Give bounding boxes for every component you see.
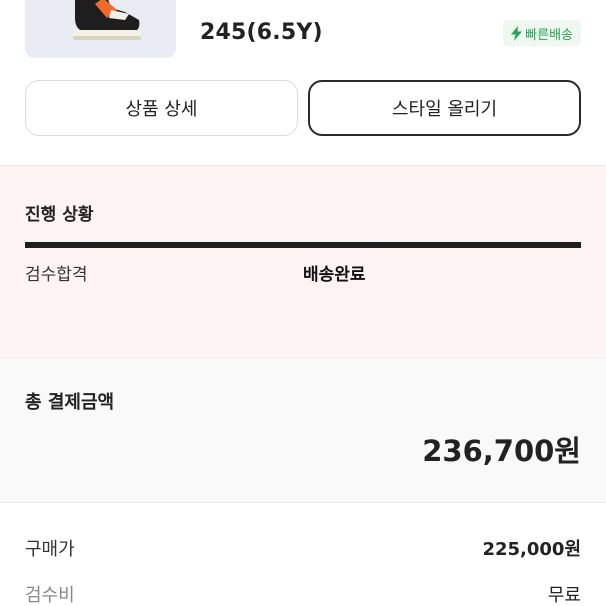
lightning-icon xyxy=(511,25,523,41)
fast-delivery-badge: 빠른배송 xyxy=(503,20,581,46)
total-payment-value: 236,700원 xyxy=(422,434,581,468)
upload-style-button[interactable]: 스타일 올리기 xyxy=(308,80,581,136)
progress-bar xyxy=(25,242,581,248)
total-payment-section: 총 결제금액 236,700원 xyxy=(0,358,606,502)
purchase-price-row: 구매가 225,000원 xyxy=(25,535,581,561)
order-detail-page: 245(6.5Y) 빠른배송 상품 상세 스타일 올리기 진행 상황 검수합격 … xyxy=(0,0,606,606)
product-thumbnail[interactable] xyxy=(25,0,176,58)
purchase-price-label: 구매가 xyxy=(25,539,75,560)
sneaker-image xyxy=(55,0,145,48)
inspection-fee-label: 검수비 xyxy=(25,585,75,606)
product-detail-button[interactable]: 상품 상세 xyxy=(25,80,298,136)
progress-title: 진행 상황 xyxy=(25,205,94,225)
section-divider xyxy=(0,502,606,503)
total-payment-label: 총 결제금액 xyxy=(25,392,115,413)
product-summary: 245(6.5Y) 빠른배송 xyxy=(0,0,606,68)
badge-label: 빠른배송 xyxy=(525,27,573,43)
purchase-price-value: 225,000원 xyxy=(482,539,581,560)
product-size: 245(6.5Y) xyxy=(200,20,323,45)
inspection-fee-row: 검수비 무료 xyxy=(25,581,581,606)
progress-step-delivered: 배송완료 xyxy=(303,265,366,285)
inspection-fee-value: 무료 xyxy=(547,585,581,606)
progress-section: 진행 상황 검수합격 배송완료 xyxy=(0,166,606,356)
progress-step-inspection: 검수합격 xyxy=(25,265,88,285)
